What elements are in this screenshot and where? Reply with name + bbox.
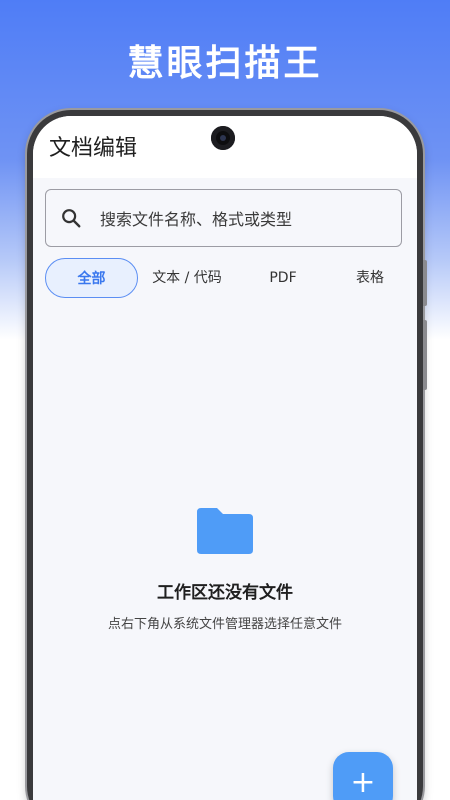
empty-state-title: 工作区还没有文件 <box>157 583 293 603</box>
page-title: 文档编辑 <box>49 136 138 161</box>
promo-title: 慧眼扫描王 <box>127 43 323 84</box>
phone-frame: 文档编辑 搜索文件名称、格式或类型 全部 文本 / 代码 PDF 表格 工作区还… <box>27 110 427 800</box>
phone-volume-button <box>423 320 427 390</box>
empty-state: 工作区还没有文件 点右下角从系统文件管理器选择任意文件 <box>33 506 417 632</box>
folder-icon <box>197 508 253 554</box>
front-camera-icon <box>211 126 235 150</box>
plus-icon: + <box>350 764 376 800</box>
add-file-button[interactable]: + <box>333 752 393 800</box>
search-icon <box>62 209 81 228</box>
phone-power-button <box>423 260 427 306</box>
tab-all[interactable]: 全部 <box>45 258 138 298</box>
tab-spreadsheet[interactable]: 表格 <box>335 258 405 298</box>
app-bar: 文档编辑 <box>33 116 417 178</box>
search-input[interactable]: 搜索文件名称、格式或类型 <box>45 189 402 247</box>
app-screen: 文档编辑 搜索文件名称、格式或类型 全部 文本 / 代码 PDF 表格 工作区还… <box>33 116 417 800</box>
empty-state-subtitle: 点右下角从系统文件管理器选择任意文件 <box>107 617 342 632</box>
tab-text-code[interactable]: 文本 / 代码 <box>141 258 233 298</box>
tab-pdf[interactable]: PDF <box>245 258 321 298</box>
filter-tabs: 全部 文本 / 代码 PDF 表格 <box>45 256 402 300</box>
search-placeholder: 搜索文件名称、格式或类型 <box>100 210 293 229</box>
